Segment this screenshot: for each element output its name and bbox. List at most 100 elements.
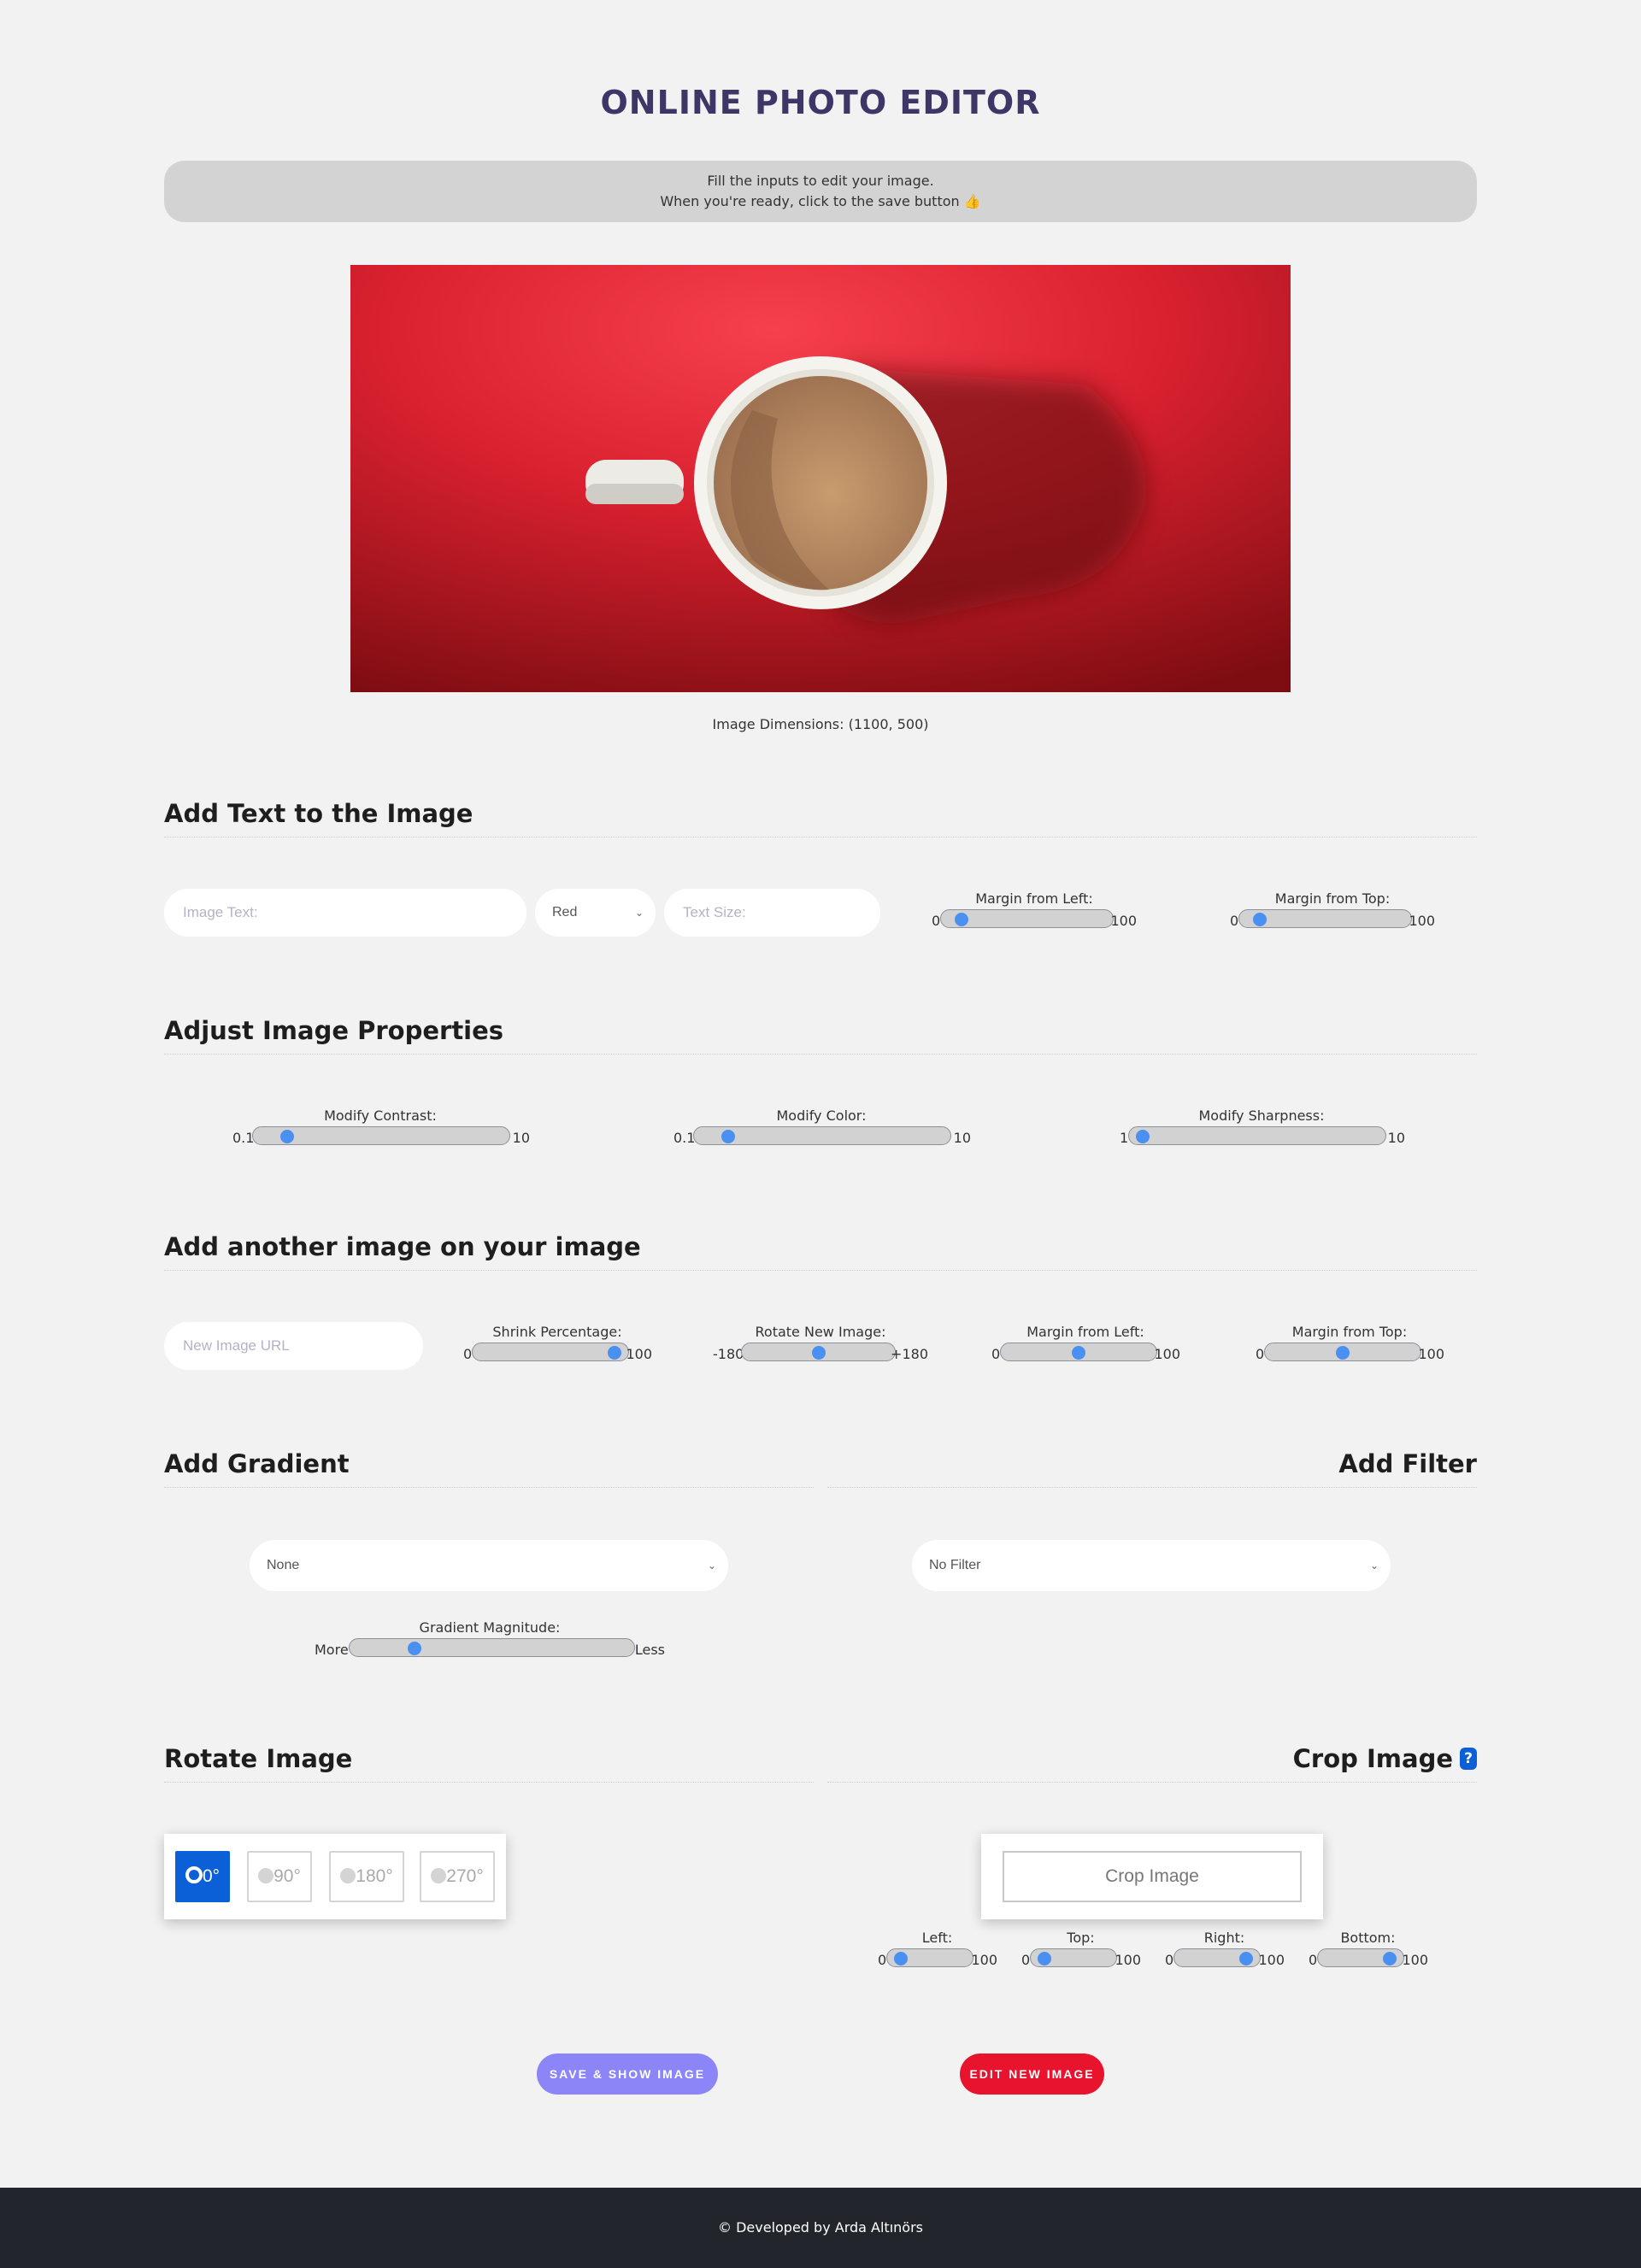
text-margin-top-slider: Margin from Top: 0 100 — [1230, 890, 1435, 933]
slider-max: +180 — [891, 1346, 928, 1362]
slider-thumb[interactable] — [1239, 1952, 1253, 1965]
text-size-input[interactable]: Text Size: — [664, 889, 880, 937]
slider-thumb[interactable] — [1253, 913, 1268, 926]
slider-track[interactable] — [940, 909, 1114, 928]
gradient-value: None — [267, 1558, 300, 1572]
slider-label: Margin from Left: — [1026, 1324, 1144, 1340]
slider-max: Less — [634, 1642, 665, 1658]
save-show-image-button[interactable]: SAVE & SHOW IMAGE — [537, 2054, 718, 2095]
slider-label: Modify Sharpness: — [1198, 1108, 1325, 1124]
slider-thumb[interactable] — [280, 1130, 295, 1143]
gradient-select[interactable]: None ⌄ — [250, 1540, 728, 1591]
properties-heading: Adjust Image Properties — [164, 1016, 504, 1045]
slider-track[interactable] — [1173, 1948, 1261, 1967]
slider-min: 0.1 — [673, 1130, 696, 1146]
add-text-heading: Add Text to the Image — [164, 799, 473, 828]
rotate-90-option[interactable]: 90° — [247, 1851, 312, 1902]
crop-top-slider: Top: 0 100 — [1020, 1930, 1141, 1972]
slider-max: 100 — [1402, 1952, 1428, 1968]
crop-left-slider: Left: 0 100 — [877, 1930, 997, 1972]
slider-label: Top: — [1067, 1930, 1095, 1946]
slider-thumb[interactable] — [894, 1952, 908, 1965]
slider-track[interactable] — [472, 1343, 629, 1361]
slider-thumb[interactable] — [721, 1130, 736, 1143]
slider-track[interactable] — [1128, 1126, 1386, 1145]
slider-thumb[interactable] — [1336, 1346, 1350, 1360]
slider-track[interactable] — [1317, 1948, 1404, 1967]
section-divider — [827, 1782, 1477, 1783]
slider-track[interactable] — [1000, 1343, 1157, 1361]
crop-heading: Crop Image — [1292, 1744, 1453, 1773]
slider-max: 10 — [1387, 1130, 1405, 1146]
slider-max: 100 — [1115, 1952, 1141, 1968]
overlay-margin-top-slider: Margin from Top: 0 100 — [1255, 1324, 1444, 1366]
rotate-heading: Rotate Image — [164, 1744, 353, 1773]
rotate-180-option[interactable]: 180° — [329, 1851, 404, 1902]
slider-label: Modify Color: — [776, 1108, 867, 1124]
slider-thumb[interactable] — [1038, 1952, 1051, 1965]
slider-min: 0 — [1309, 1952, 1318, 1968]
slider-thumb[interactable] — [408, 1642, 422, 1655]
slider-label: Left: — [921, 1930, 953, 1946]
rotate-options: 0° 90° 180° 270° — [164, 1834, 506, 1919]
preview-image — [350, 265, 1291, 692]
slider-label: Right: — [1203, 1930, 1245, 1946]
rotate-270-option[interactable]: 270° — [420, 1851, 495, 1902]
slider-min: 0 — [878, 1952, 887, 1968]
slider-min: 0 — [1256, 1346, 1265, 1362]
image-text-input[interactable]: Image Text: — [164, 889, 526, 937]
rotate-0-option[interactable]: 0° — [175, 1851, 230, 1902]
crop-right-slider: Right: 0 100 — [1164, 1930, 1285, 1972]
new-image-url-input[interactable]: New Image URL — [164, 1322, 423, 1370]
slider-thumb[interactable] — [811, 1346, 826, 1360]
slider-max: 100 — [1154, 1346, 1180, 1362]
slider-thumb[interactable] — [1383, 1952, 1397, 1965]
slider-min: 0.1 — [232, 1130, 255, 1146]
radio-icon — [431, 1868, 447, 1883]
slider-label: Modify Contrast: — [324, 1108, 437, 1124]
slider-track[interactable] — [349, 1638, 635, 1657]
slider-label: Bottom: — [1340, 1930, 1396, 1946]
slider-label: Gradient Magnitude: — [419, 1619, 561, 1636]
slider-track[interactable] — [886, 1948, 973, 1967]
slider-track[interactable] — [741, 1343, 896, 1361]
filter-select[interactable]: No Filter ⌄ — [912, 1540, 1391, 1591]
slider-thumb[interactable] — [608, 1346, 621, 1360]
slider-max: 100 — [1409, 913, 1435, 929]
slider-min: 0 — [991, 1346, 1001, 1362]
chevron-down-icon: ⌄ — [1369, 1560, 1379, 1572]
slider-thumb[interactable] — [1136, 1130, 1150, 1143]
slider-min: 1 — [1120, 1130, 1129, 1146]
slider-label: Shrink Percentage: — [492, 1324, 622, 1340]
slider-label: Margin from Top: — [1274, 890, 1391, 907]
text-margin-left-slider: Margin from Left: 0 100 — [932, 890, 1137, 933]
slider-min: More — [315, 1642, 349, 1658]
slider-min: 0 — [1230, 913, 1239, 929]
slider-max: 100 — [1258, 1952, 1285, 1968]
text-color-select[interactable]: Red ⌄ — [535, 889, 656, 937]
sharpness-slider: Modify Sharpness: 1 10 — [1118, 1108, 1405, 1150]
option-label: 270° — [446, 1866, 484, 1886]
chevron-down-icon: ⌄ — [707, 1560, 716, 1572]
slider-track[interactable] — [693, 1126, 951, 1145]
option-label: 90° — [274, 1866, 301, 1886]
slider-track[interactable] — [1238, 909, 1412, 928]
crop-image-button[interactable]: Crop Image — [1003, 1851, 1302, 1902]
section-divider — [164, 1054, 1477, 1055]
section-divider — [164, 1782, 814, 1783]
option-label: 180° — [356, 1866, 393, 1886]
slider-track[interactable] — [1030, 1948, 1117, 1967]
slider-thumb[interactable] — [1072, 1346, 1085, 1360]
section-divider — [164, 1270, 1477, 1271]
gradient-heading: Add Gradient — [164, 1449, 350, 1478]
slider-max: 10 — [512, 1130, 530, 1146]
slider-label: Rotate New Image: — [755, 1324, 886, 1340]
slider-track[interactable] — [1264, 1343, 1421, 1361]
slider-thumb[interactable] — [955, 913, 969, 926]
overlay-heading: Add another image on your image — [164, 1232, 641, 1261]
edit-new-image-button[interactable]: EDIT NEW IMAGE — [960, 2054, 1104, 2095]
help-icon[interactable]: ? — [1460, 1748, 1477, 1770]
slider-track[interactable] — [252, 1126, 510, 1145]
radio-icon — [258, 1868, 274, 1883]
chevron-down-icon: ⌄ — [634, 907, 644, 919]
